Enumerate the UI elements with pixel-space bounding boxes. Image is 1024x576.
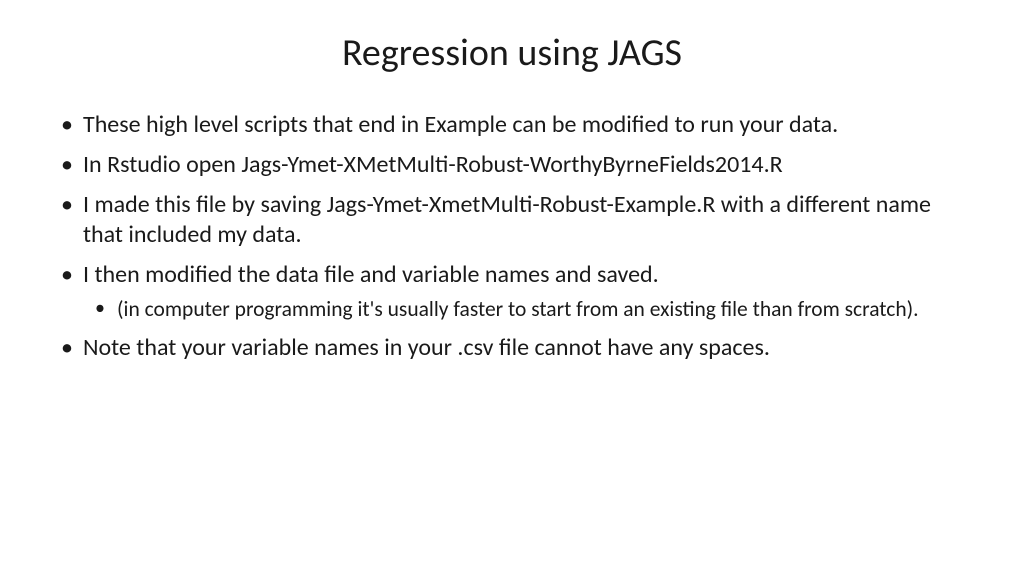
bullet-text: Note that your variable names in your .c… (83, 333, 770, 362)
sub-bullet-list: (in computer programming it's usually fa… (83, 296, 969, 323)
sub-list-item: (in computer programming it's usually fa… (83, 296, 969, 323)
bullet-text: I then modified the data file and variab… (83, 260, 659, 289)
slide-container: Regression using JAGS These high level s… (0, 0, 1024, 576)
bullet-text: I made this file by saving Jags-Ymet-Xme… (83, 190, 931, 249)
list-item: I then modified the data file and variab… (55, 260, 969, 323)
bullet-text: In Rstudio open Jags-Ymet-XMetMulti-Robu… (83, 150, 783, 179)
list-item: These high level scripts that end in Exa… (55, 110, 969, 140)
list-item: In Rstudio open Jags-Ymet-XMetMulti-Robu… (55, 150, 969, 180)
list-item: Note that your variable names in your .c… (55, 333, 969, 363)
bullet-text: These high level scripts that end in Exa… (83, 110, 838, 139)
sub-bullet-text: (in computer programming it's usually fa… (117, 296, 919, 322)
list-item: I made this file by saving Jags-Ymet-Xme… (55, 190, 969, 250)
slide-title: Regression using JAGS (55, 30, 969, 76)
bullet-list: These high level scripts that end in Exa… (55, 110, 969, 363)
